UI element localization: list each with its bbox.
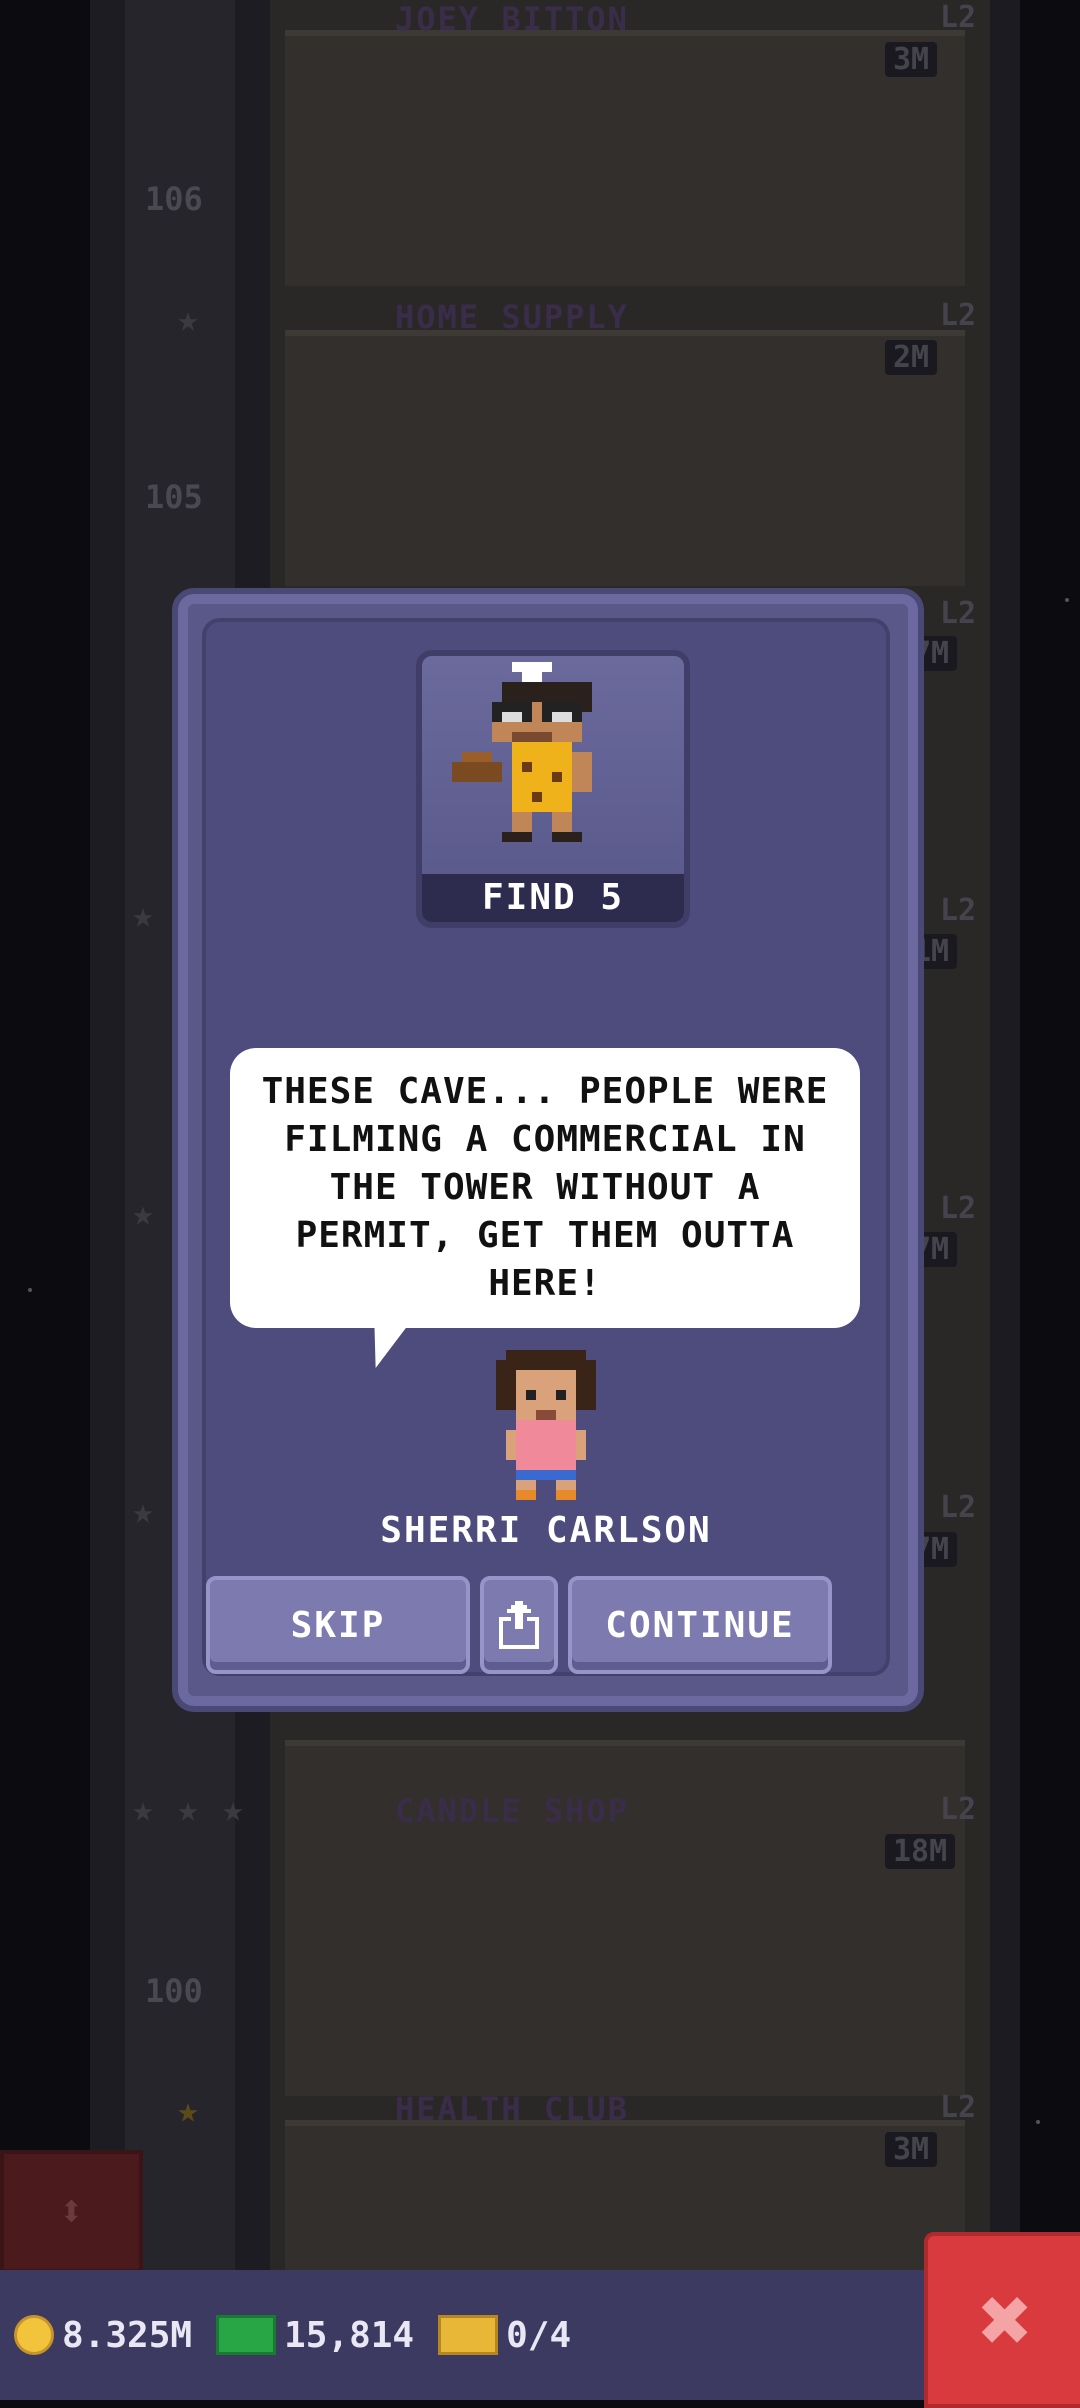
close-button[interactable]: ✖ <box>924 2232 1080 2408</box>
resource-bar: 8.325M 15,814 0/4 <box>0 2270 1080 2400</box>
close-icon: ✖ <box>978 2267 1034 2373</box>
tower-bux-icon <box>216 2315 277 2355</box>
floor-price: 3M <box>885 2132 938 2167</box>
bux-stat[interactable]: 15,814 <box>216 2315 414 2356</box>
skip-label: SKIP <box>290 1604 386 1646</box>
quest-dialog: FIND 5 THESE CAVE... PEOPLE WERE FILMING… <box>172 588 924 1712</box>
bux-value: 15,814 <box>284 2314 415 2356</box>
floor-star-icon: ★ <box>177 2090 199 2131</box>
caveman-character-icon <box>452 662 592 842</box>
floor-room-joey-bitton[interactable] <box>285 30 965 286</box>
up-down-arrows-icon: ⬍ <box>58 2186 85 2237</box>
elevator-button[interactable]: ⬍ <box>0 2150 143 2273</box>
floor-price: 3M <box>885 42 938 77</box>
tickets-stat[interactable]: 0/4 <box>438 2315 571 2356</box>
floor-name: JOEY BITTON <box>395 0 629 38</box>
floor-star-icon: ★ <box>177 299 199 340</box>
sky-star <box>28 1288 32 1292</box>
floor-number: 105 <box>145 478 203 516</box>
tower-right-edge <box>990 0 1020 2270</box>
coins-stat[interactable]: 8.325M <box>14 2315 192 2356</box>
share-icon <box>499 1601 539 1649</box>
floor-number: 100 <box>145 1972 203 2010</box>
floor-name: HEALTH CLUB <box>395 2090 629 2128</box>
floor-level: L2 <box>940 298 977 333</box>
speech-bubble-tail <box>357 1322 411 1368</box>
golden-ticket-icon <box>438 2315 499 2355</box>
floor-room-health-club[interactable] <box>285 2120 965 2276</box>
floor-level: L2 <box>940 1792 977 1827</box>
quest-target-card: FIND 5 <box>416 650 690 928</box>
floor-star-icon: ★ <box>132 1491 154 1532</box>
floor-level: L2 <box>940 893 977 928</box>
coins-value: 8.325M <box>62 2314 193 2356</box>
floor-price: 18M <box>885 1834 956 1869</box>
floor-level: L2 <box>940 2090 977 2125</box>
share-button[interactable] <box>480 1576 558 1674</box>
continue-button[interactable]: CONTINUE <box>568 1576 832 1674</box>
sky-star <box>1065 598 1069 602</box>
coin-icon <box>14 2315 54 2355</box>
quest-message: THESE CAVE... PEOPLE WERE FILMING A COMM… <box>261 1071 829 1304</box>
speaker-name: SHERRI CARLSON <box>380 1510 712 1551</box>
floor-star-icon: ★ <box>132 895 154 936</box>
speech-bubble: THESE CAVE... PEOPLE WERE FILMING A COMM… <box>230 1048 860 1328</box>
skip-button[interactable]: SKIP <box>206 1576 470 1674</box>
floor-star-icon: ★ <box>132 1193 154 1234</box>
floor-number: 106 <box>145 180 203 218</box>
floor-name: CANDLE SHOP <box>395 1792 629 1830</box>
quest-find-badge: FIND 5 <box>422 874 684 922</box>
floor-name: HOME SUPPLY <box>395 298 629 336</box>
floor-star-icon: ★ <box>222 1789 244 1830</box>
floor-star-icon: ★ <box>177 1789 199 1830</box>
floor-room-home-supply[interactable] <box>285 330 965 586</box>
quest-dialog-inner: FIND 5 THESE CAVE... PEOPLE WERE FILMING… <box>202 618 890 1676</box>
floor-price: 2M <box>885 340 938 375</box>
floor-star-icon: ★ <box>132 1789 154 1830</box>
floor-level: L2 <box>940 1490 977 1525</box>
tickets-value: 0/4 <box>506 2314 572 2356</box>
speaker-avatar <box>496 1350 596 1500</box>
sky-star <box>1036 2120 1040 2124</box>
floor-level: L2 <box>940 0 977 35</box>
continue-label: CONTINUE <box>605 1604 795 1646</box>
floor-level: L2 <box>940 1191 977 1226</box>
floor-level: L2 <box>940 596 977 631</box>
